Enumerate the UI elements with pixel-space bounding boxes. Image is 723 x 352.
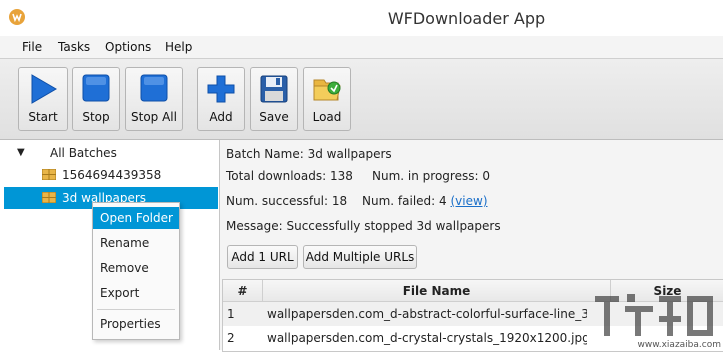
stop-all-label: Stop All <box>131 110 177 124</box>
collapse-arrow-icon[interactable]: ▼ <box>17 147 25 158</box>
failed-row: Num. failed: 4 (view) <box>362 194 488 208</box>
in-progress-label: Num. in progress: <box>372 169 479 183</box>
menu-file[interactable]: File <box>22 40 42 54</box>
batch-name-value: 3d wallpapers <box>307 147 392 161</box>
save-button[interactable]: Save <box>250 67 298 131</box>
stop-all-icon <box>140 74 168 102</box>
message-value: Successfully stopped 3d wallpapers <box>286 219 501 233</box>
stop-icon <box>82 74 110 102</box>
plus-icon <box>207 75 235 103</box>
floppy-disk-icon <box>260 75 288 103</box>
batch-name-label: Batch Name: <box>226 147 304 161</box>
menu-tasks[interactable]: Tasks <box>58 40 90 54</box>
context-menu-divider <box>97 309 175 310</box>
load-label: Load <box>312 110 342 124</box>
add-button[interactable]: Add <box>197 67 245 131</box>
watermark-text: www.xiazaiba.com <box>637 340 721 350</box>
window-title: WFDownloader App <box>387 9 546 28</box>
context-menu-open-folder[interactable]: Open Folder <box>93 207 179 229</box>
toolbar: Start Stop Stop All Add Save Load <box>0 58 723 140</box>
batch-icon <box>42 169 56 180</box>
start-label: Start <box>28 110 58 124</box>
stop-label: Stop <box>82 110 110 124</box>
context-menu-remove[interactable]: Remove <box>93 257 179 279</box>
stop-all-button[interactable]: Stop All <box>125 67 183 131</box>
load-button[interactable]: Load <box>303 67 351 131</box>
row-number: 1 <box>227 307 235 321</box>
total-downloads-value: 138 <box>330 169 353 183</box>
folder-open-icon <box>313 79 341 101</box>
context-menu-export[interactable]: Export <box>93 282 179 304</box>
successful-label: Num. successful: <box>226 194 329 208</box>
start-button[interactable]: Start <box>18 67 68 131</box>
stop-button[interactable]: Stop <box>72 67 120 131</box>
tree-item-batch[interactable]: 1564694439358 <box>4 164 218 186</box>
column-header-file-name[interactable]: File Name <box>263 280 611 302</box>
row-file-name: wallpapersden.com_d-crystal-crystals_192… <box>267 331 587 345</box>
message-label: Message: <box>226 219 283 233</box>
add-multiple-urls-button[interactable]: Add Multiple URLs <box>303 245 417 269</box>
play-icon <box>31 74 57 104</box>
in-progress-row: Num. in progress: 0 <box>372 169 490 183</box>
column-header-number[interactable]: # <box>223 280 263 302</box>
menu-options[interactable]: Options <box>105 40 151 54</box>
context-menu: Open Folder Rename Remove Export Propert… <box>92 202 180 340</box>
add-one-url-button[interactable]: Add 1 URL <box>227 245 298 269</box>
batch-name-row: Batch Name: 3d wallpapers <box>226 147 392 161</box>
title-bar: WFDownloader App <box>0 0 723 37</box>
successful-value: 18 <box>331 194 348 208</box>
total-downloads-row: Total downloads: 138 <box>226 169 353 183</box>
view-failed-link[interactable]: (view) <box>451 194 488 208</box>
row-file-name: wallpapersden.com_d-abstract-colorful-su… <box>267 307 587 321</box>
tree-root-label: All Batches <box>50 146 117 160</box>
total-downloads-label: Total downloads: <box>226 169 327 183</box>
batch-icon <box>42 192 56 203</box>
save-label: Save <box>259 110 289 124</box>
tree-item-all-batches[interactable]: ▼ All Batches <box>4 142 218 164</box>
row-number: 2 <box>227 331 235 345</box>
menu-bar: File Tasks Options Help <box>0 36 723 58</box>
in-progress-value: 0 <box>482 169 490 183</box>
successful-row: Num. successful: 18 <box>226 194 347 208</box>
failed-value: 4 <box>439 194 447 208</box>
tree-item-label: 1564694439358 <box>62 168 162 182</box>
failed-label: Num. failed: <box>362 194 436 208</box>
context-menu-rename[interactable]: Rename <box>93 232 179 254</box>
message-row: Message: Successfully stopped 3d wallpap… <box>226 219 501 233</box>
context-menu-properties[interactable]: Properties <box>93 313 179 335</box>
menu-help[interactable]: Help <box>165 40 192 54</box>
add-label: Add <box>209 110 233 124</box>
